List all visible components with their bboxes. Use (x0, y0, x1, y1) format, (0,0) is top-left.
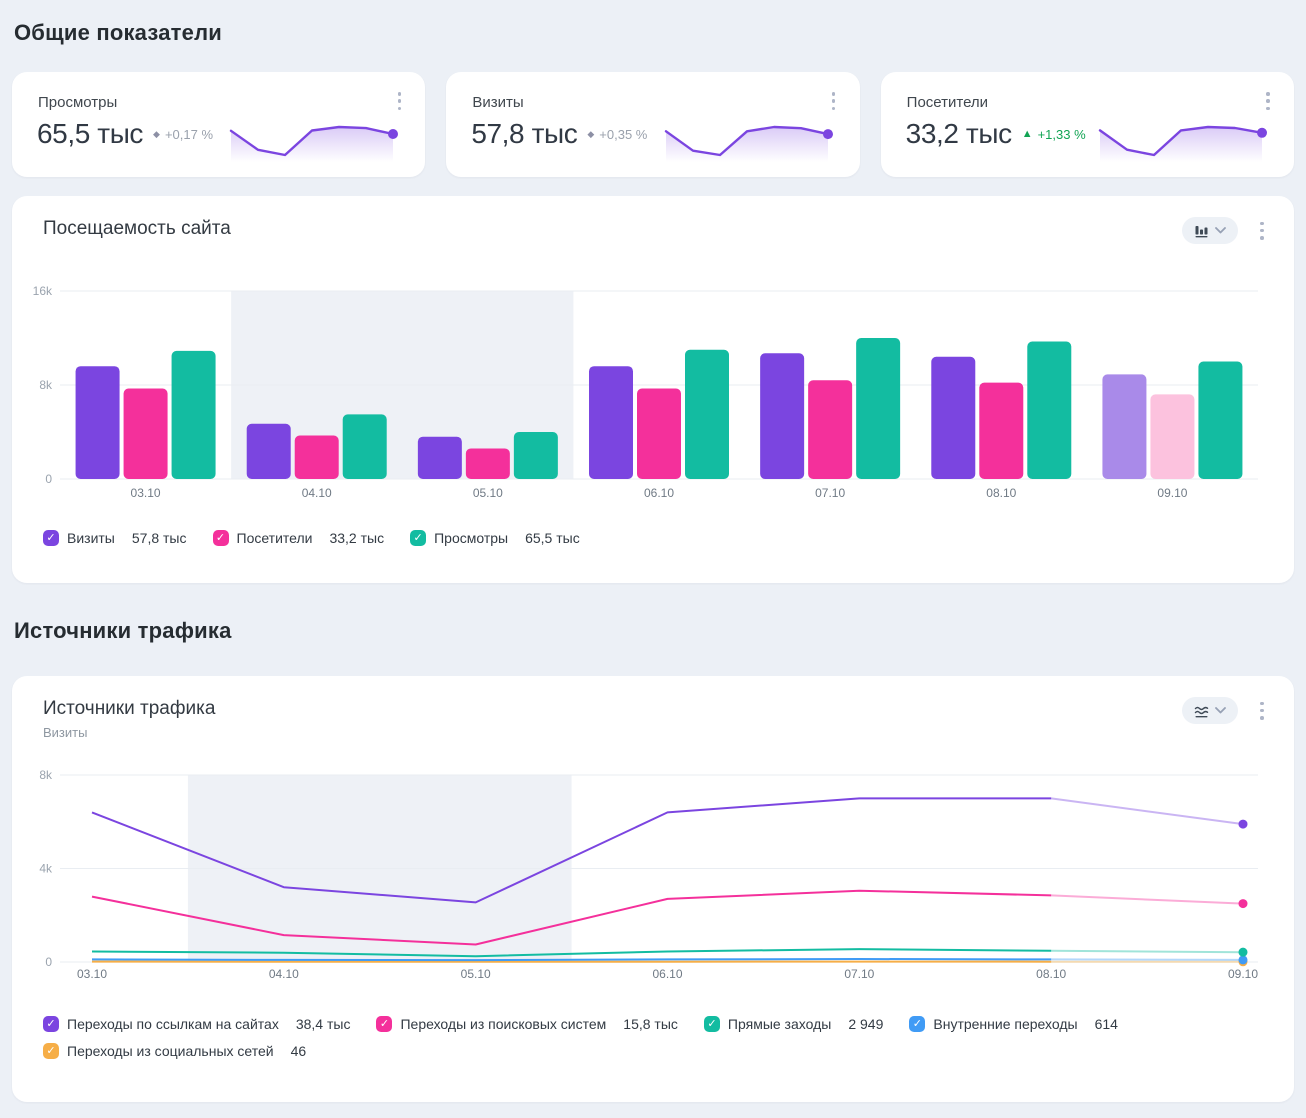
line-chart-icon (1194, 704, 1210, 718)
kpi-title: Визиты (472, 94, 523, 111)
svg-text:08.10: 08.10 (986, 486, 1016, 500)
kpi-title: Посетители (907, 94, 988, 111)
legend-value: 2 949 (848, 1016, 883, 1032)
legend-value: 65,5 тыс (525, 530, 580, 546)
legend-checkbox-icon[interactable]: ✓ (43, 1043, 59, 1059)
legend-item[interactable]: ✓ Посетители 33,2 тыс (213, 530, 385, 546)
kpi-delta: ◆ +0,35 % (587, 127, 647, 142)
svg-text:06.10: 06.10 (644, 486, 674, 500)
kpi-delta: ▲ +1,33 % (1022, 127, 1086, 142)
legend-value: 46 (291, 1043, 307, 1059)
legend-value: 57,8 тыс (132, 530, 187, 546)
kpi-title: Просмотры (38, 94, 117, 111)
legend-value: 614 (1095, 1016, 1118, 1032)
legend-checkbox-icon[interactable]: ✓ (43, 530, 59, 546)
svg-text:03.10: 03.10 (131, 486, 161, 500)
legend-item[interactable]: ✓ Переходы из социальных сетей 46 (43, 1043, 306, 1059)
sparkline-chart (662, 118, 840, 164)
kpi-card-visits: Визиты 57,8 тыс ◆ +0,35 % (446, 72, 859, 177)
svg-text:16k: 16k (33, 284, 53, 298)
svg-text:05.10: 05.10 (461, 967, 491, 981)
legend-checkbox-icon[interactable]: ✓ (704, 1016, 720, 1032)
chart-subtitle: Визиты (43, 725, 215, 740)
line-chart-legend: ✓ Переходы по ссылкам на сайтах 38,4 тыс ✓ П… (43, 1016, 1273, 1059)
kebab-menu-icon[interactable] (1262, 92, 1274, 110)
legend-label: Переходы по ссылкам на сайтах (67, 1016, 279, 1032)
bar-chart-icon (1194, 224, 1210, 238)
svg-text:03.10: 03.10 (77, 967, 107, 981)
legend-label: Просмотры (434, 530, 508, 546)
legend-label: Визиты (67, 530, 115, 546)
delta-marker-icon: ◆ (587, 130, 594, 139)
legend-item[interactable]: ✓ Внутренние переходы 614 (909, 1016, 1118, 1032)
legend-checkbox-icon[interactable]: ✓ (213, 530, 229, 546)
svg-text:04.10: 04.10 (302, 486, 332, 500)
chart-type-selector[interactable] (1182, 217, 1238, 244)
legend-label: Посетители (237, 530, 313, 546)
kpi-value: 57,8 тыс (471, 118, 577, 150)
multi-line-chart[interactable]: 8k 4k 0 03.10 04.10 05.10 06.10 07.10 08.10 09.10 (30, 764, 1280, 988)
legend-value: 33,2 тыс (329, 530, 384, 546)
svg-text:0: 0 (45, 955, 52, 969)
legend-checkbox-icon[interactable]: ✓ (43, 1016, 59, 1032)
svg-text:05.10: 05.10 (473, 486, 503, 500)
svg-text:09.10: 09.10 (1157, 486, 1187, 500)
legend-checkbox-icon[interactable]: ✓ (410, 530, 426, 546)
chevron-down-icon (1215, 707, 1226, 714)
svg-text:07.10: 07.10 (844, 967, 874, 981)
legend-label: Переходы из социальных сетей (67, 1043, 274, 1059)
kpi-cards-row: Просмотры 65,5 тыс ◆ +0,17 % Визиты 57,8… (12, 72, 1294, 177)
legend-item[interactable]: ✓ Просмотры 65,5 тыс (410, 530, 580, 546)
chart-type-selector[interactable] (1182, 697, 1238, 724)
legend-label: Переходы из поисковых систем (400, 1016, 606, 1032)
kebab-menu-icon[interactable] (1256, 702, 1268, 720)
delta-marker-icon: ▲ (1022, 129, 1033, 140)
legend-item[interactable]: ✓ Переходы из поисковых систем 15,8 тыс (376, 1016, 677, 1032)
legend-item[interactable]: ✓ Прямые заходы 2 949 (704, 1016, 883, 1032)
kpi-value: 33,2 тыс (906, 118, 1012, 150)
kebab-menu-icon[interactable] (1256, 222, 1268, 240)
legend-checkbox-icon[interactable]: ✓ (909, 1016, 925, 1032)
svg-text:04.10: 04.10 (269, 967, 299, 981)
legend-value: 15,8 тыс (623, 1016, 678, 1032)
kpi-value: 65,5 тыс (37, 118, 143, 150)
traffic-sources-chart-card: Источники трафика Визиты 8k 4k 0 03.10 04.10… (12, 676, 1294, 1102)
chart-title: Источники трафика (43, 698, 215, 720)
section-title-general: Общие показатели (14, 20, 222, 46)
svg-text:09.10: 09.10 (1228, 967, 1258, 981)
section-title-sources: Источники трафика (14, 618, 232, 644)
legend-label: Внутренние переходы (933, 1016, 1077, 1032)
delta-marker-icon: ◆ (153, 130, 160, 139)
legend-label: Прямые заходы (728, 1016, 831, 1032)
sparkline-chart (1096, 118, 1274, 164)
svg-text:8k: 8k (39, 378, 53, 392)
legend-checkbox-icon[interactable]: ✓ (376, 1016, 392, 1032)
svg-text:0: 0 (45, 472, 52, 486)
svg-text:8k: 8k (39, 768, 53, 782)
chevron-down-icon (1215, 227, 1226, 234)
grouped-bar-chart[interactable]: 16k 8k 0 03.10 04.10 05.10 06.10 07.10 08.10 09.1… (30, 268, 1280, 500)
svg-text:4k: 4k (39, 862, 53, 876)
kpi-card-visitors: Посетители 33,2 тыс ▲ +1,33 % (881, 72, 1294, 177)
chart-title: Посещаемость сайта (43, 218, 231, 240)
kpi-card-views: Просмотры 65,5 тыс ◆ +0,17 % (12, 72, 425, 177)
legend-item[interactable]: ✓ Переходы по ссылкам на сайтах 38,4 тыс (43, 1016, 350, 1032)
legend-value: 38,4 тыс (296, 1016, 351, 1032)
kpi-delta: ◆ +0,17 % (153, 127, 213, 142)
kebab-menu-icon[interactable] (828, 92, 840, 110)
site-traffic-chart-card: Посещаемость сайта 16k 8k 0 03.10 04.10 05.10… (12, 196, 1294, 583)
bar-chart-legend: ✓ Визиты 57,8 тыс ✓ Посетители 33,2 тыс ✓ Просм… (43, 530, 1263, 546)
sparkline-chart (227, 118, 405, 164)
kebab-menu-icon[interactable] (393, 92, 405, 110)
svg-text:07.10: 07.10 (815, 486, 845, 500)
svg-text:08.10: 08.10 (1036, 967, 1066, 981)
metrica-dashboard: Общие показатели Просмотры 65,5 тыс ◆ +0… (0, 0, 1306, 1118)
legend-item[interactable]: ✓ Визиты 57,8 тыс (43, 530, 187, 546)
svg-text:06.10: 06.10 (652, 967, 682, 981)
